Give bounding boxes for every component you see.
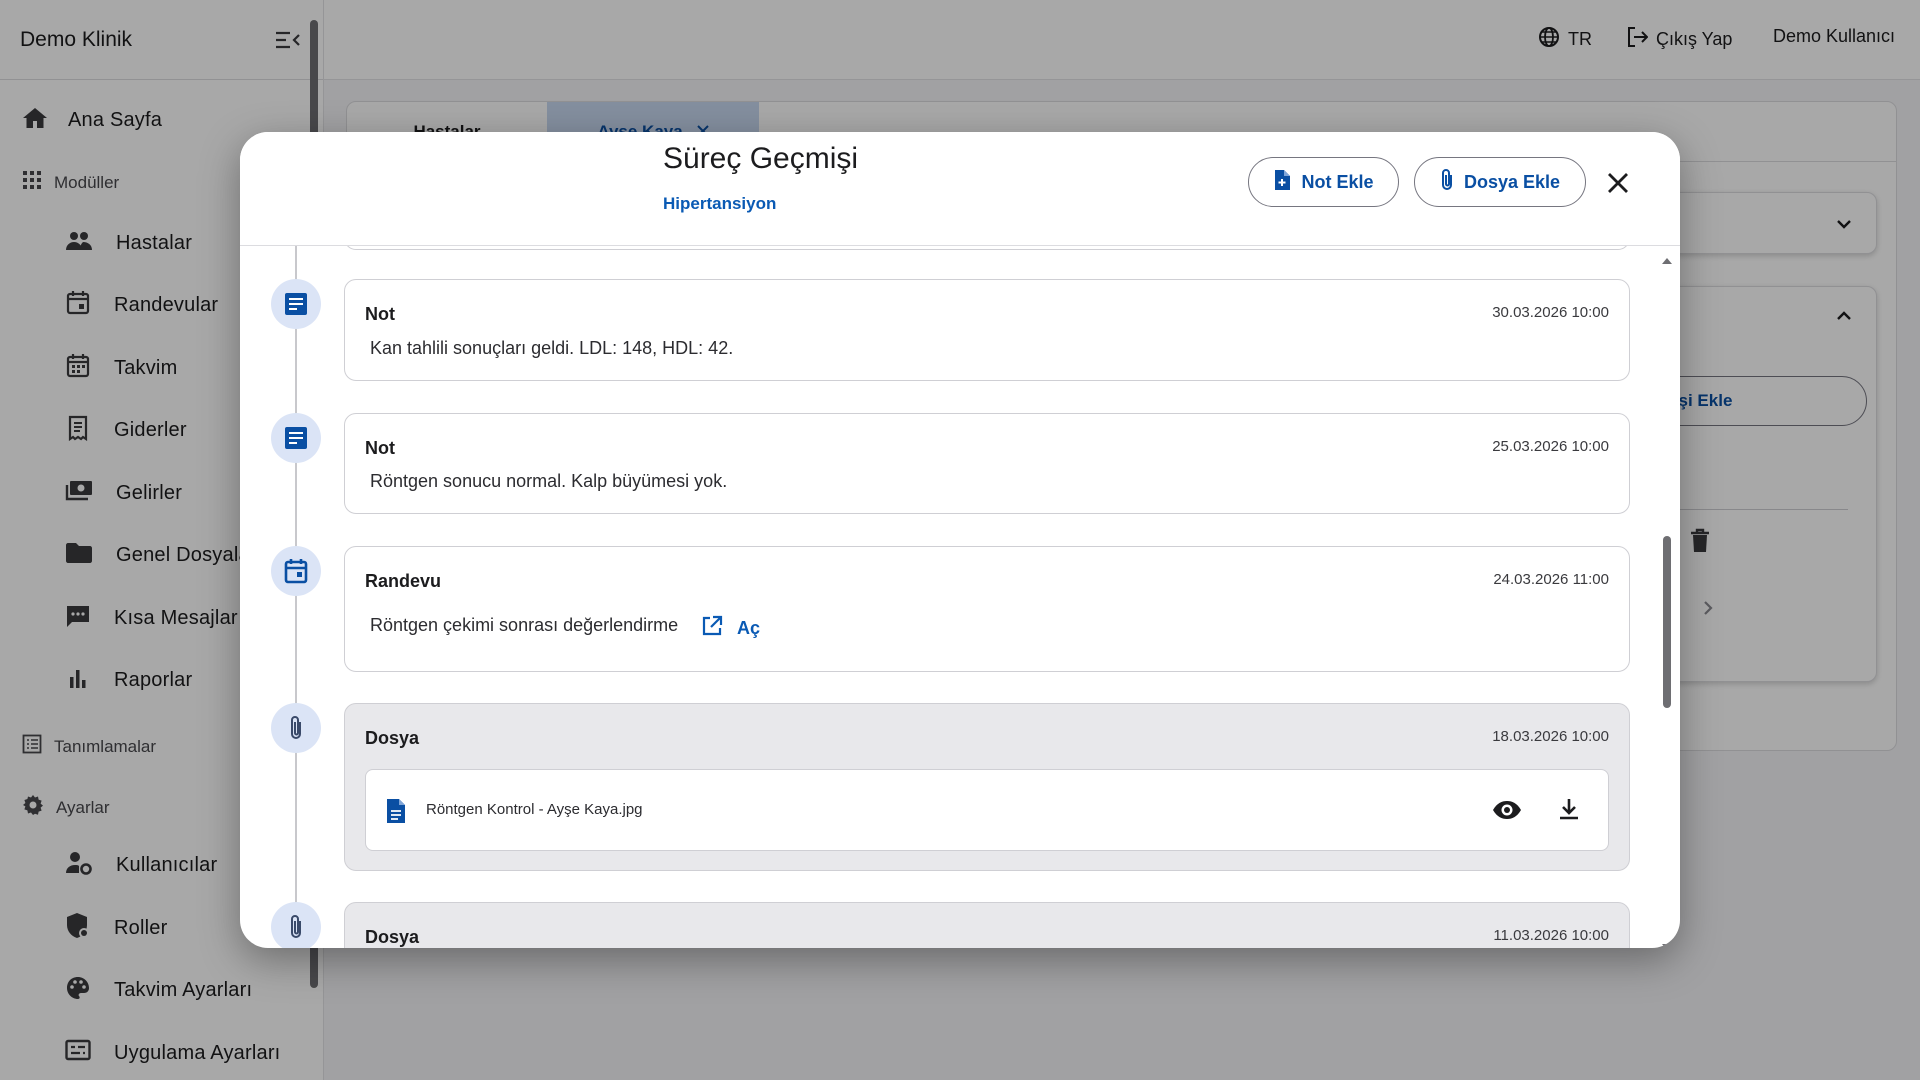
dialog-title: Süreç Geçmişi — [663, 142, 859, 175]
eye-icon[interactable] — [1492, 800, 1522, 825]
entry-date: 24.03.2026 11:00 — [1493, 571, 1609, 588]
dialog-scrollbar-thumb[interactable] — [1663, 536, 1671, 708]
entry-text: Kan tahlili sonuçları geldi. LDL: 148, H… — [370, 338, 734, 358]
timeline: Not 30.03.2026 10:00 Kan tahlili sonuçla… — [240, 246, 1680, 948]
attach-icon — [1440, 168, 1454, 197]
scroll-up-icon[interactable] — [1661, 252, 1673, 270]
scroll-down-icon[interactable] — [1661, 938, 1673, 948]
file-item[interactable]: Röntgen Kontrol - Ayşe Kaya.jpg — [365, 769, 1609, 851]
open-appointment-link[interactable]: Aç — [701, 615, 760, 642]
timeline-entry: Dosya 11.03.2026 10:00 — [344, 902, 1630, 948]
add-note-button[interactable]: Not Ekle — [1248, 157, 1399, 207]
dialog-scrollbar[interactable] — [1660, 246, 1674, 948]
file-document-icon — [386, 798, 406, 829]
download-icon[interactable] — [1558, 797, 1580, 826]
entry-type: Not — [365, 304, 395, 324]
entry-date: 11.03.2026 10:00 — [1493, 927, 1609, 944]
event-icon — [271, 546, 321, 596]
timeline-entry: Not 30.03.2026 10:00 Kan tahlili sonuçla… — [344, 279, 1630, 381]
entry-type: Dosya — [365, 728, 420, 748]
entry-type: Randevu — [365, 571, 442, 591]
add-note-label: Not Ekle — [1301, 171, 1374, 192]
open-in-new-icon — [701, 615, 723, 642]
entry-type: Dosya — [365, 927, 420, 947]
entry-date: 25.03.2026 10:00 — [1492, 438, 1609, 455]
note-add-icon — [1273, 169, 1291, 196]
file-name: Röntgen Kontrol - Ayşe Kaya.jpg — [426, 801, 643, 818]
note-icon — [271, 413, 321, 463]
close-icon[interactable] — [1605, 170, 1631, 196]
dialog-subtitle: Hipertansiyon — [663, 194, 777, 213]
entry-date: 30.03.2026 10:00 — [1492, 304, 1609, 321]
timeline-line — [295, 246, 297, 948]
process-history-dialog: Süreç Geçmişi Hipertansiyon Not Ekle Dos… — [240, 132, 1680, 948]
timeline-entry: Not 25.03.2026 10:00 Röntgen sonucu norm… — [344, 413, 1630, 514]
entry-date: 18.03.2026 10:00 — [1492, 728, 1609, 745]
attach-icon — [271, 703, 321, 753]
add-file-button[interactable]: Dosya Ekle — [1414, 157, 1586, 207]
entry-type: Not — [365, 438, 395, 458]
add-file-label: Dosya Ekle — [1463, 171, 1561, 192]
attach-icon — [271, 902, 321, 948]
entry-text: Röntgen sonucu normal. Kalp büyümesi yok… — [370, 471, 728, 491]
entry-text: Röntgen çekimi sonrası değerlendirme — [370, 615, 679, 635]
note-icon — [271, 279, 321, 329]
timeline-entry-partial — [344, 246, 1630, 250]
open-link-label: Aç — [737, 618, 761, 638]
timeline-entry: Randevu 24.03.2026 11:00 Röntgen çekimi … — [344, 546, 1630, 672]
dialog-header: Süreç Geçmişi Hipertansiyon Not Ekle Dos… — [240, 132, 1680, 246]
timeline-entry: Dosya 18.03.2026 10:00 Röntgen Kontrol -… — [344, 703, 1630, 871]
